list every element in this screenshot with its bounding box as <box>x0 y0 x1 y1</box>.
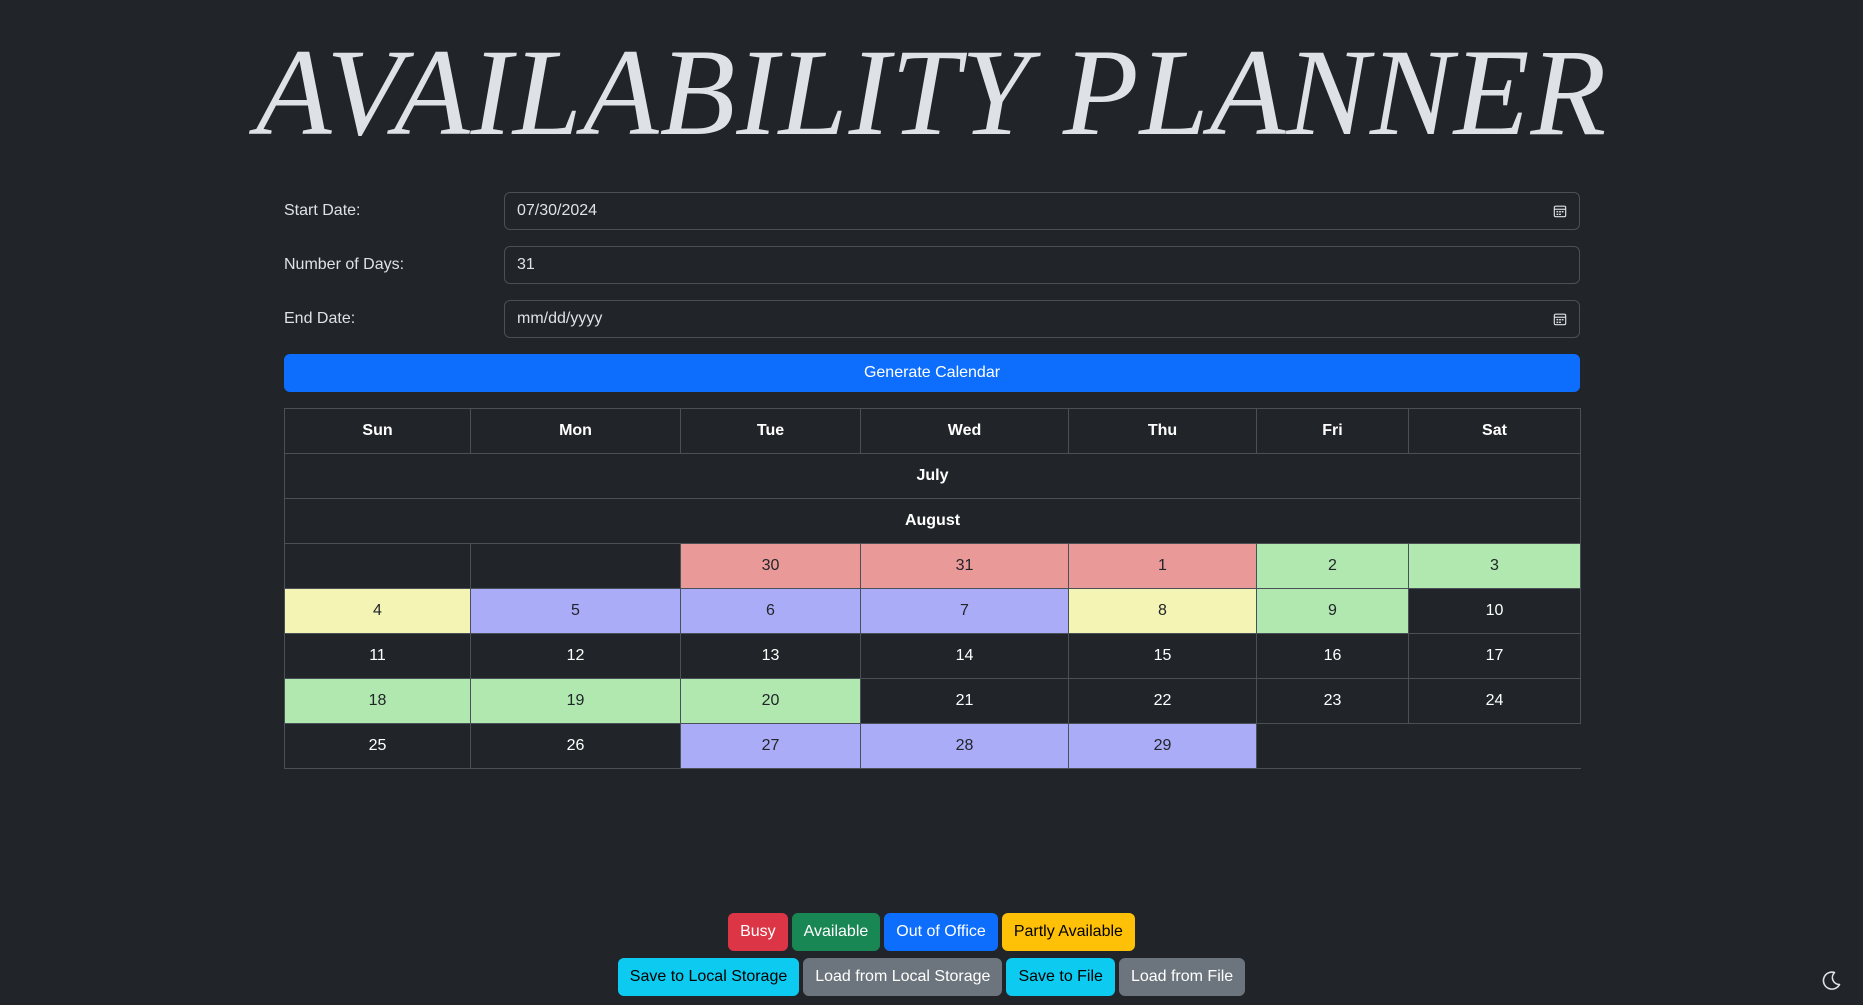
day-cell[interactable]: 4 <box>284 588 471 634</box>
day-cell[interactable]: 22 <box>1068 678 1257 724</box>
weekday-sun: Sun <box>284 408 471 454</box>
status-legend: Busy Available Out of Office Partly Avai… <box>0 913 1863 951</box>
end-date-row: End Date: mm/dd/yyyy <box>284 300 1580 338</box>
weekday-tue: Tue <box>680 408 861 454</box>
storage-actions: Save to Local Storage Load from Local St… <box>0 958 1863 996</box>
weekday-wed: Wed <box>860 408 1069 454</box>
out-of-office-button[interactable]: Out of Office <box>884 913 998 951</box>
day-cell <box>470 543 681 589</box>
day-cell[interactable]: 8 <box>1068 588 1257 634</box>
date-form: Start Date: 07/30/2024 Number of Days: 3… <box>284 192 1580 354</box>
day-cell[interactable]: 23 <box>1256 678 1409 724</box>
save-local-storage-button[interactable]: Save to Local Storage <box>617 958 800 996</box>
day-cell[interactable]: 1 <box>1068 543 1257 589</box>
start-date-label: Start Date: <box>284 202 361 219</box>
day-cell[interactable]: 12 <box>470 633 681 679</box>
day-cell[interactable]: 19 <box>470 678 681 724</box>
day-cell[interactable]: 31 <box>860 543 1069 589</box>
start-date-value: 07/30/2024 <box>517 202 598 219</box>
day-cell[interactable]: 21 <box>860 678 1069 724</box>
weekday-header-row: Sun Mon Tue Wed Thu Fri Sat <box>284 408 1581 454</box>
day-cell[interactable]: 26 <box>470 723 681 769</box>
week-row: 11 12 13 14 15 16 17 <box>284 633 1581 679</box>
start-date-input[interactable]: 07/30/2024 <box>504 192 1580 230</box>
week-row: 18 19 20 21 22 23 24 <box>284 678 1581 724</box>
day-cell[interactable]: 28 <box>860 723 1069 769</box>
month-label-july: July <box>284 453 1581 499</box>
day-cell[interactable]: 6 <box>680 588 861 634</box>
day-cell[interactable]: 7 <box>860 588 1069 634</box>
day-cell[interactable]: 5 <box>470 588 681 634</box>
available-button[interactable]: Available <box>791 913 881 951</box>
day-cell <box>284 543 471 589</box>
day-cell[interactable]: 24 <box>1408 678 1581 724</box>
week-row: 25 26 27 28 29 <box>284 723 1581 769</box>
start-date-row: Start Date: 07/30/2024 <box>284 192 1580 230</box>
day-cell[interactable]: 2 <box>1256 543 1409 589</box>
num-days-value: 31 <box>517 256 535 273</box>
weekday-fri: Fri <box>1256 408 1409 454</box>
moon-icon[interactable] <box>1819 969 1843 993</box>
day-cell[interactable]: 17 <box>1408 633 1581 679</box>
day-cell[interactable]: 18 <box>284 678 471 724</box>
day-cell[interactable]: 16 <box>1256 633 1409 679</box>
empty-cell <box>1256 723 1581 769</box>
generate-calendar-button[interactable]: Generate Calendar <box>284 354 1580 392</box>
load-file-button[interactable]: Load from File <box>1118 958 1246 996</box>
end-date-placeholder: mm/dd/yyyy <box>517 310 603 327</box>
save-file-button[interactable]: Save to File <box>1006 958 1115 996</box>
day-cell[interactable]: 20 <box>680 678 861 724</box>
end-date-label: End Date: <box>284 310 356 327</box>
day-cell[interactable]: 3 <box>1408 543 1581 589</box>
weekday-thu: Thu <box>1068 408 1257 454</box>
day-cell[interactable]: 14 <box>860 633 1069 679</box>
page: AVAILABILITY PLANNER Start Date: 07/30/2… <box>0 0 1863 1005</box>
calendar-table: Sun Mon Tue Wed Thu Fri Sat July August … <box>284 408 1581 769</box>
month-row-august: August <box>284 498 1581 544</box>
week-row: 4 5 6 7 8 9 10 <box>284 588 1581 634</box>
month-label-august: August <box>284 498 1581 544</box>
weekday-mon: Mon <box>470 408 681 454</box>
end-date-input[interactable]: mm/dd/yyyy <box>504 300 1580 338</box>
day-cell[interactable]: 30 <box>680 543 861 589</box>
month-row-july: July <box>284 453 1581 499</box>
day-cell[interactable]: 27 <box>680 723 861 769</box>
busy-button[interactable]: Busy <box>728 913 788 951</box>
calendar-icon[interactable] <box>1553 312 1567 326</box>
day-cell[interactable]: 25 <box>284 723 471 769</box>
page-title: AVAILABILITY PLANNER <box>255 24 1608 161</box>
day-cell[interactable]: 29 <box>1068 723 1257 769</box>
day-cell[interactable]: 11 <box>284 633 471 679</box>
week-row: 30 31 1 2 3 <box>284 543 1581 589</box>
day-cell[interactable]: 9 <box>1256 588 1409 634</box>
weekday-sat: Sat <box>1408 408 1581 454</box>
partly-available-button[interactable]: Partly Available <box>1001 913 1135 951</box>
load-local-storage-button[interactable]: Load from Local Storage <box>803 958 1003 996</box>
day-cell[interactable]: 13 <box>680 633 861 679</box>
day-cell[interactable]: 10 <box>1408 588 1581 634</box>
day-cell[interactable]: 15 <box>1068 633 1257 679</box>
num-days-input[interactable]: 31 <box>504 246 1580 284</box>
num-days-label: Number of Days: <box>284 256 405 273</box>
num-days-row: Number of Days: 31 <box>284 246 1580 284</box>
calendar-icon[interactable] <box>1553 204 1567 218</box>
